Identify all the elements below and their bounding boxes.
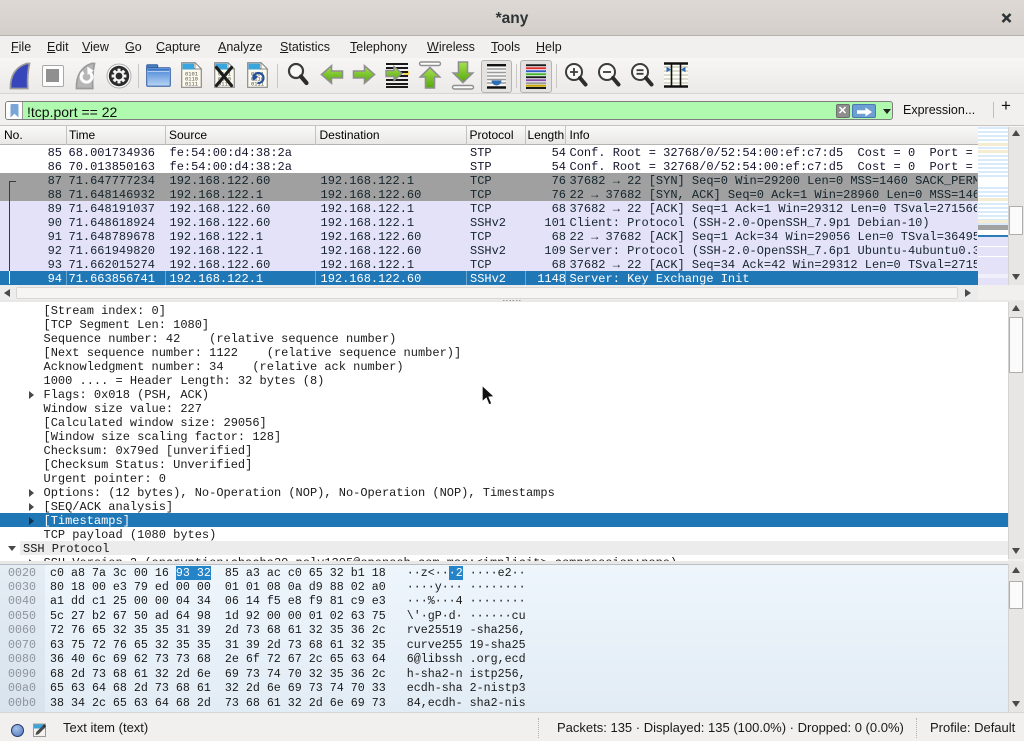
svg-text:0111: 0111 [185,82,198,88]
